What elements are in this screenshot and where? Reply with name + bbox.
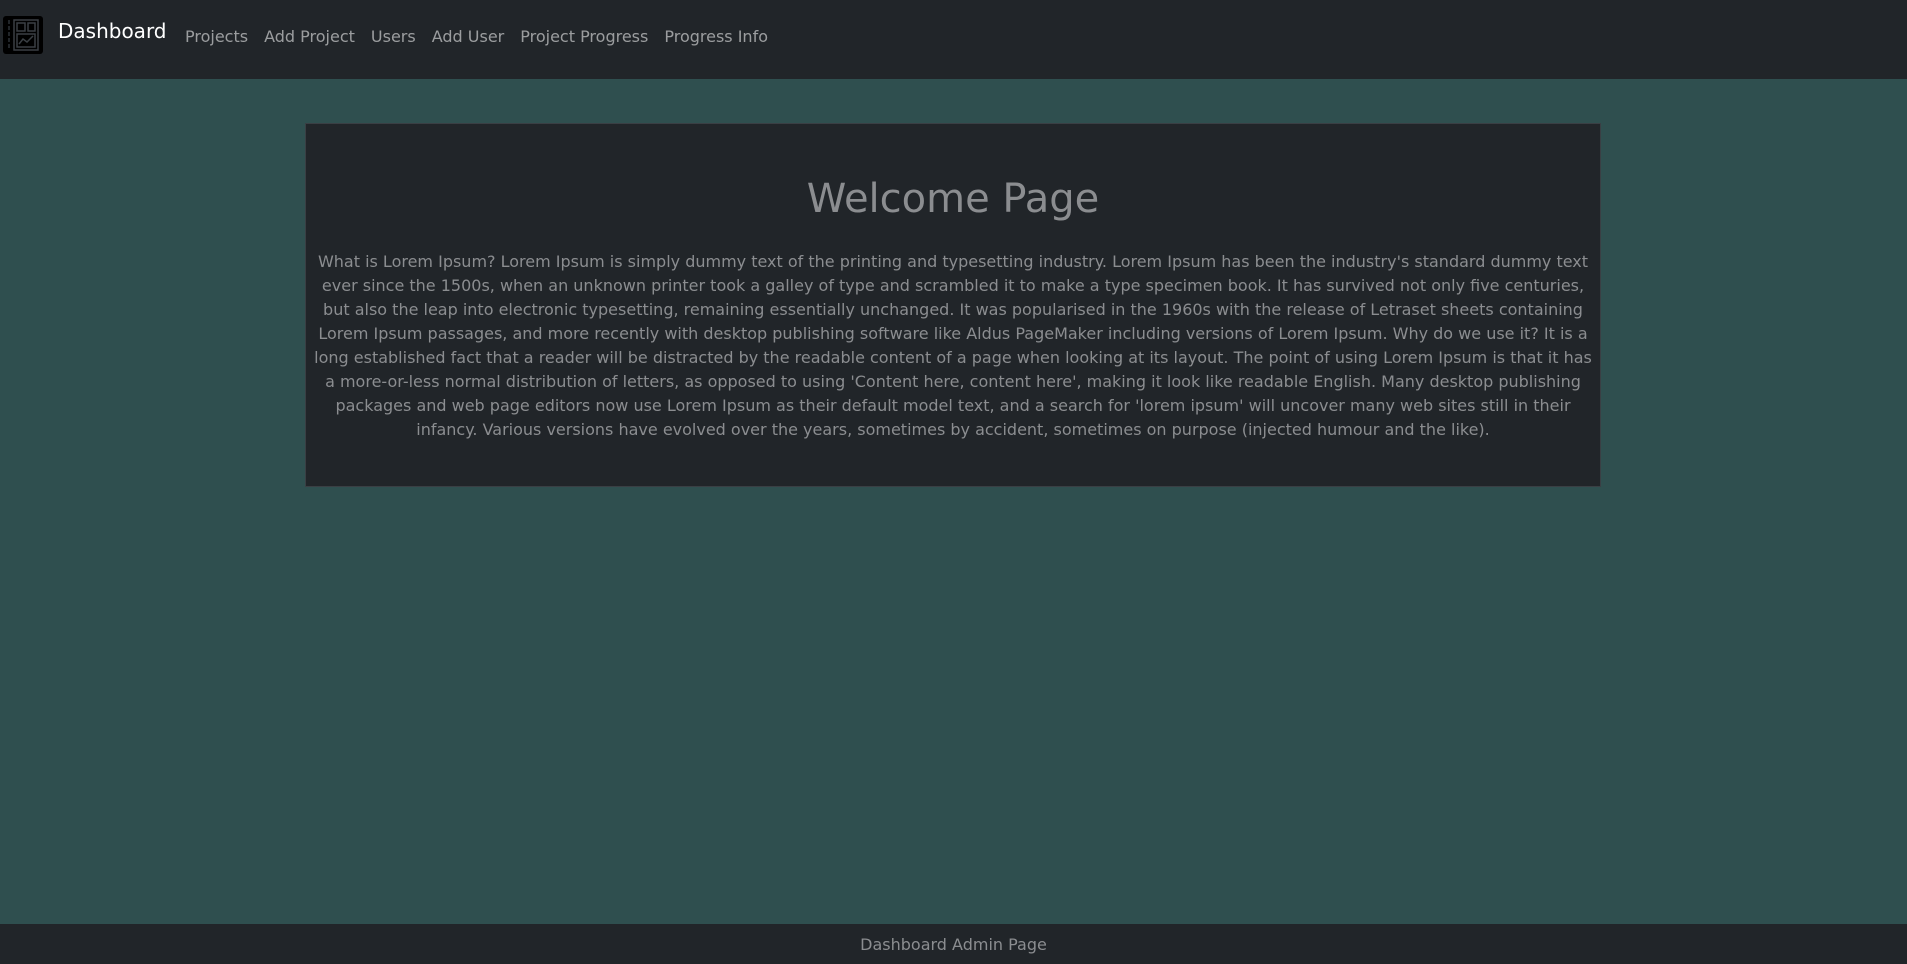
welcome-card: Welcome Page What is Lorem Ipsum? Lorem …: [305, 123, 1601, 487]
nav-link-projects[interactable]: Projects: [177, 25, 256, 49]
nav-links: Projects Add Project Users Add User Proj…: [177, 25, 776, 49]
brand-label: Dashboard: [58, 19, 167, 43]
nav-link-add-project[interactable]: Add Project: [256, 25, 363, 49]
nav-link-progress-info[interactable]: Progress Info: [656, 25, 776, 49]
dashboard-logo-icon: [3, 16, 43, 54]
nav-link-project-progress[interactable]: Project Progress: [512, 25, 656, 49]
brand-link[interactable]: Dashboard: [3, 16, 167, 54]
page-footer: Dashboard Admin Page: [0, 924, 1907, 964]
nav-link-users[interactable]: Users: [363, 25, 424, 49]
footer-text: Dashboard Admin Page: [860, 935, 1047, 954]
nav-link-add-user[interactable]: Add User: [424, 25, 513, 49]
page-title: Welcome Page: [806, 176, 1100, 222]
welcome-body-text: What is Lorem Ipsum? Lorem Ipsum is simp…: [314, 252, 1592, 439]
top-navbar: Dashboard Projects Add Project Users Add…: [0, 0, 1907, 79]
